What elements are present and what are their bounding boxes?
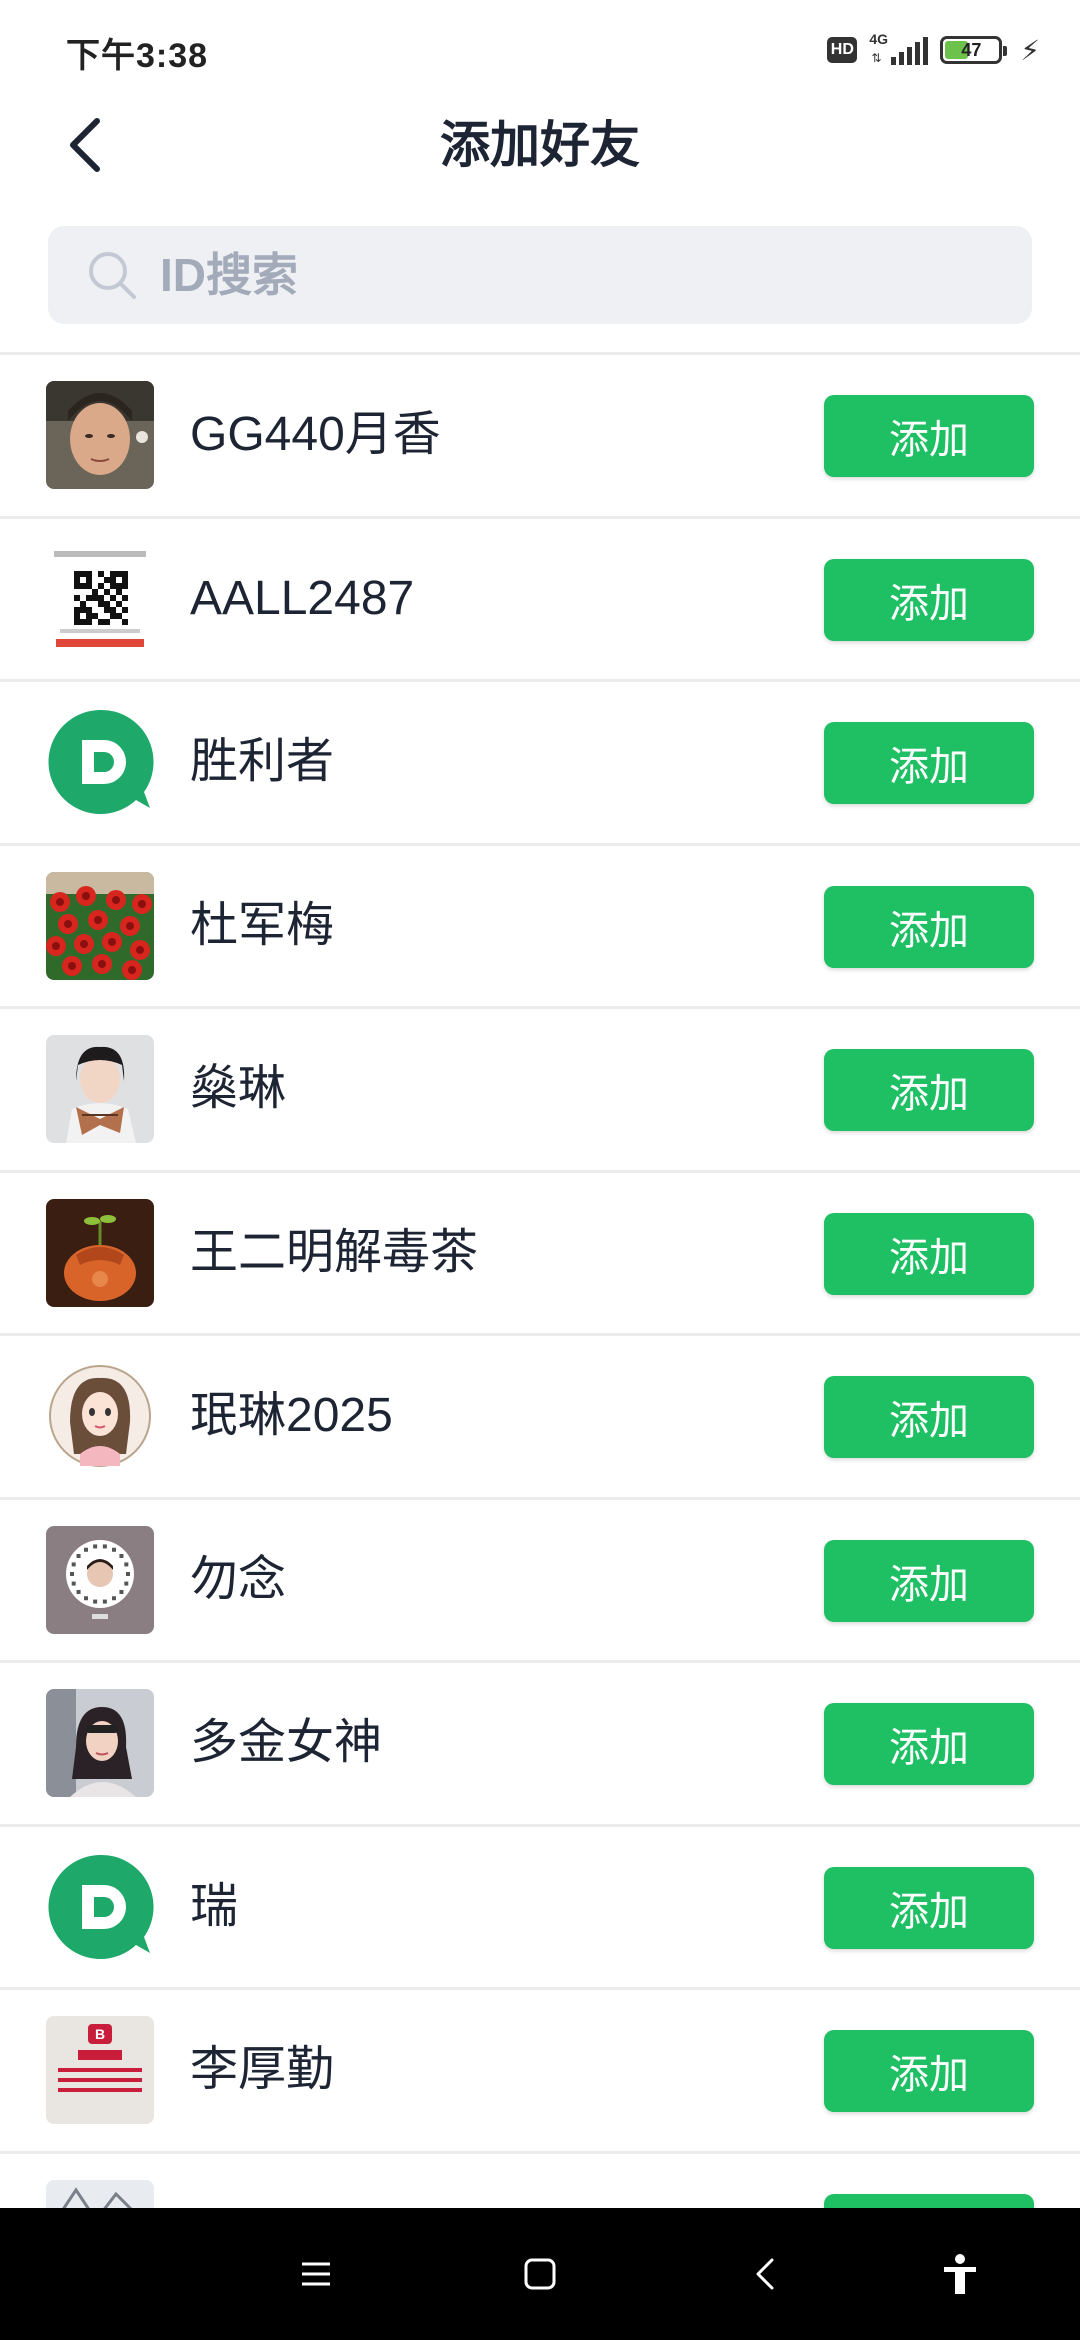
add-friend-button[interactable]: 添加: [824, 1376, 1034, 1458]
network-type: 4G: [869, 31, 889, 47]
user-name: AALL2487: [190, 571, 415, 625]
status-bar: 下午3:38 HD 4G ⇅ 47 ⚡: [0, 0, 1080, 90]
add-friend-button[interactable]: 添加: [824, 885, 1034, 968]
list-item[interactable]: 燊琳 添加: [0, 1009, 1080, 1173]
user-name: 李厚勤: [190, 2043, 335, 2096]
charging-icon: ⚡: [1020, 34, 1040, 66]
svg-text:B: B: [95, 2026, 105, 2042]
avatar[interactable]: B: [46, 2016, 154, 2124]
user-name: 胜利者: [190, 735, 335, 788]
list-item[interactable]: GG440月香 添加: [0, 355, 1080, 519]
list-item[interactable]: 瑞 添加: [0, 1827, 1080, 1990]
signal-icon: 4G ⇅: [869, 31, 929, 65]
list-item[interactable]: B 李厚勤 添加: [0, 1990, 1080, 2154]
add-friend-button[interactable]: 添加: [824, 2030, 1034, 2112]
avatar[interactable]: [46, 871, 154, 980]
avatar[interactable]: [46, 1689, 154, 1797]
add-friend-button[interactable]: 添加: [824, 1866, 1034, 1949]
system-nav-bar: [0, 2208, 1080, 2340]
home-icon[interactable]: [510, 2244, 570, 2304]
avatar[interactable]: [46, 1852, 154, 1961]
add-friend-button[interactable]: 添加: [824, 1539, 1034, 1622]
status-time: 下午3:38: [66, 37, 209, 75]
user-name: 勿念: [190, 1552, 287, 1606]
user-list[interactable]: GG440月香 添加 AALL2487 添加 胜利者 添加 杜军梅 添加 燊琳 添加 王二明解毒茶添…: [0, 355, 1080, 2208]
list-item[interactable]: 勿念 添加: [0, 1500, 1080, 1663]
back-icon[interactable]: [736, 2244, 796, 2304]
list-item[interactable]: 杜军梅 添加: [0, 846, 1080, 1009]
add-friend-button[interactable]: 添加: [824, 1212, 1034, 1295]
list-item[interactable]: 多金女神 添加: [0, 1663, 1080, 1827]
list-item[interactable]: 珉琳2025 添加: [0, 1336, 1080, 1500]
battery-level: 47: [961, 39, 982, 60]
user-name: 燊琳: [190, 1062, 287, 1115]
user-name: 杜军梅: [190, 898, 335, 952]
avatar[interactable]: [46, 1525, 154, 1634]
avatar[interactable]: [46, 1035, 154, 1143]
avatar[interactable]: [46, 1198, 154, 1307]
header: 添加好友: [0, 90, 1080, 200]
user-name: 王二明解毒茶: [190, 1225, 479, 1279]
list-item[interactable]: 胜利者 添加: [0, 682, 1080, 846]
user-name: 珉琳2025: [190, 1389, 393, 1442]
add-friend-button[interactable]: 添加: [824, 2193, 1034, 2208]
user-name: 瑞: [190, 1879, 239, 1933]
avatar[interactable]: [46, 708, 154, 816]
accessibility-icon[interactable]: [930, 2244, 990, 2304]
search-icon: [86, 249, 138, 301]
status-icons: HD 4G ⇅ 47 ⚡: [827, 30, 1040, 70]
avatar[interactable]: [46, 381, 154, 489]
list-item[interactable]: AALL2487 添加: [0, 519, 1080, 682]
page-title: 添加好友: [440, 117, 640, 173]
back-button[interactable]: [50, 110, 120, 180]
chevron-left-icon: [70, 118, 100, 172]
search-input[interactable]: [158, 247, 962, 303]
user-name: 多金女神: [190, 1716, 383, 1769]
avatar[interactable]: [46, 2179, 154, 2208]
battery-icon: 47: [940, 36, 1008, 64]
add-friend-button[interactable]: 添加: [824, 558, 1034, 641]
add-friend-button[interactable]: 添加: [824, 395, 1034, 477]
menu-icon[interactable]: [286, 2244, 346, 2304]
avatar[interactable]: [46, 544, 154, 653]
hd-icon: HD: [827, 37, 858, 63]
add-friend-button[interactable]: 添加: [824, 1049, 1034, 1131]
user-name: GG440月香: [190, 408, 441, 461]
search-bar[interactable]: [48, 226, 1032, 324]
add-friend-button[interactable]: 添加: [824, 1703, 1034, 1785]
add-friend-button[interactable]: 添加: [824, 722, 1034, 804]
avatar[interactable]: [46, 1362, 154, 1470]
list-item[interactable]: 添加: [0, 2154, 1080, 2208]
list-item[interactable]: 王二明解毒茶 添加: [0, 1173, 1080, 1336]
